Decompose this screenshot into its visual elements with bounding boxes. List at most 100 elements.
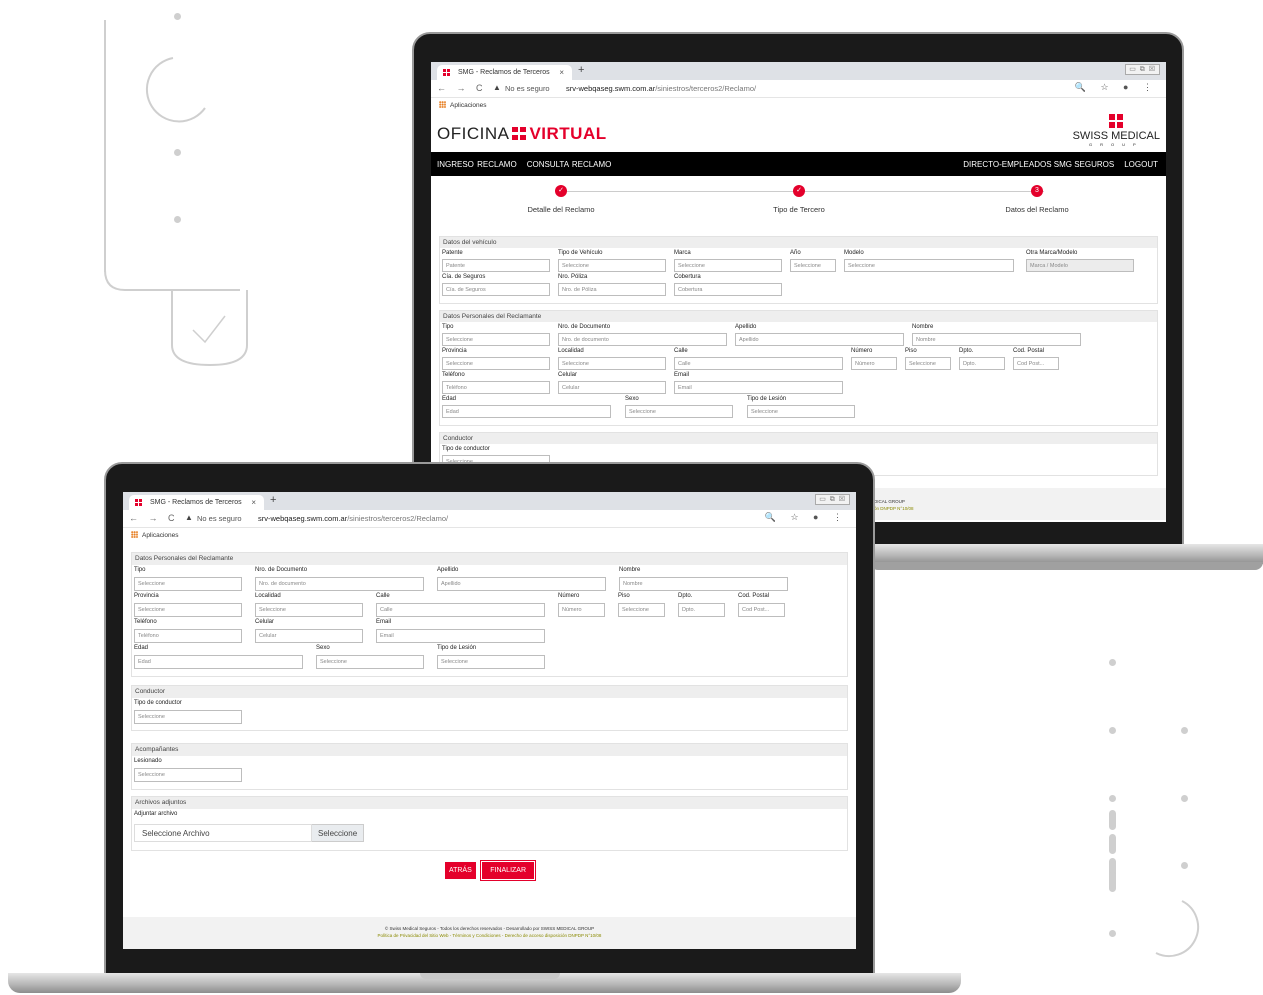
marketing-stage: SMG - Reclamos de Terceros × + ▭ ⧉ ☒ ← →… xyxy=(0,0,1263,995)
deco-arc-right xyxy=(1155,900,1200,958)
section-title: Conductor xyxy=(440,433,1157,444)
url-text[interactable]: srv-webqaseg.swm.com.ar/siniestros/terce… xyxy=(566,84,756,93)
page-footer: © Swiss Medical Seguros - Todos los dere… xyxy=(123,917,856,949)
tipo-lesion-select[interactable]: Seleccione xyxy=(747,405,855,418)
celular-input[interactable]: Celular xyxy=(558,381,666,394)
nombre-input[interactable]: Nombre xyxy=(619,577,788,591)
browser-window: SMG - Reclamos de Terceros × + ▭ ⧉ ☒ ← →… xyxy=(123,492,856,949)
email-input[interactable]: Email xyxy=(674,381,843,394)
nav-consulta-reclamo[interactable]: CONSULTA RECLAMO xyxy=(527,160,612,169)
tab-bar: SMG - Reclamos de Terceros × + ▭ ⧉ ☒ xyxy=(431,62,1166,80)
security-label[interactable]: No es seguro xyxy=(197,514,242,523)
apellido-input[interactable]: Apellido xyxy=(735,333,904,346)
tipo-vehiculo-select[interactable]: Seleccione xyxy=(558,259,666,272)
tipo-conductor-select[interactable]: Seleccione xyxy=(134,710,242,724)
security-label[interactable]: No es seguro xyxy=(505,84,550,93)
datos-personales-section: Datos Personales del Reclamante Tipo Sele… xyxy=(131,552,848,677)
localidad-select[interactable]: Seleccione xyxy=(255,603,363,617)
apps-link[interactable]: Aplicaciones xyxy=(450,102,487,109)
vehiculo-section: Datos del vehículo Patente Patente Tipo d… xyxy=(439,236,1158,304)
tipo-documento-select[interactable]: Seleccione xyxy=(134,577,242,591)
cod-postal-input[interactable]: Cod Post... xyxy=(738,603,785,617)
tipo-lesion-select[interactable]: Seleccione xyxy=(437,655,545,669)
tab-title: SMG - Reclamos de Terceros xyxy=(150,499,242,506)
check-icon: ✓ xyxy=(793,185,805,197)
laptop-notch xyxy=(420,973,560,979)
deco-shapes-left xyxy=(104,57,248,367)
documento-input[interactable]: Nro. de documento xyxy=(255,577,424,591)
browser-window: SMG - Reclamos de Terceros × + ▭ ⧉ ☒ ← →… xyxy=(431,62,1166,522)
nav-ingreso-reclamo[interactable]: INGRESO RECLAMO xyxy=(437,160,517,169)
address-bar[interactable]: ← → C ▲ No es seguro srv-webqaseg.swm.co… xyxy=(431,80,1166,98)
localidad-select[interactable]: Seleccione xyxy=(558,357,666,370)
patente-input[interactable]: Patente xyxy=(442,259,550,272)
bookmarks-bar: Aplicaciones xyxy=(123,528,856,542)
cod-postal-input[interactable]: Cod Post... xyxy=(1013,357,1059,370)
deco-pill xyxy=(1109,810,1116,830)
provincia-select[interactable]: Seleccione xyxy=(442,357,550,370)
sexo-select[interactable]: Seleccione xyxy=(625,405,733,418)
poliza-input[interactable]: Nro. de Póliza xyxy=(558,283,666,296)
lesionado-select[interactable]: Seleccione xyxy=(134,768,242,782)
edad-input[interactable]: Edad xyxy=(442,405,611,418)
sexo-select[interactable]: Seleccione xyxy=(316,655,424,669)
tab-title: SMG - Reclamos de Terceros xyxy=(458,69,550,76)
piso-select[interactable]: Seleccione xyxy=(618,603,665,617)
oficina-virtual-logo[interactable]: OFICINA VIRTUAL xyxy=(437,124,607,144)
dpto-input[interactable]: Dpto. xyxy=(959,357,1005,370)
telefono-input[interactable]: Teléfono xyxy=(442,381,550,394)
deco-dot xyxy=(174,216,181,223)
nav-buttons[interactable]: ← → C xyxy=(129,513,179,523)
calle-input[interactable]: Calle xyxy=(674,357,843,370)
cia-seguros-input[interactable]: Cía. de Seguros xyxy=(442,283,550,296)
address-bar[interactable]: ← → C ▲ No es seguro srv-webqaseg.swm.co… xyxy=(123,510,856,528)
apps-icon[interactable] xyxy=(131,531,138,538)
step-detalle: ✓ Detalle del Reclamo xyxy=(527,185,595,214)
back-footer-partial: DICAL GROUP ón DNPDP N°10/08 xyxy=(874,488,1166,520)
tipo-documento-select[interactable]: Seleccione xyxy=(442,333,550,346)
nav-user[interactable]: DIRECTO-EMPLEADOS SMG SEGUROS xyxy=(963,160,1114,169)
browser-tab[interactable]: SMG - Reclamos de Terceros × xyxy=(437,65,572,80)
telefono-input[interactable]: Teléfono xyxy=(134,629,242,643)
step-tipo-tercero: ✓ Tipo de Tercero xyxy=(773,185,825,214)
nav-buttons[interactable]: ← → C xyxy=(437,83,487,93)
documento-input[interactable]: Nro. de documento xyxy=(558,333,727,346)
dpto-input[interactable]: Dpto. xyxy=(678,603,725,617)
nombre-input[interactable]: Nombre xyxy=(912,333,1081,346)
back-button[interactable]: ATRÁS xyxy=(444,862,476,879)
window-controls[interactable]: ▭ ⧉ ☒ xyxy=(1125,64,1160,75)
piso-select[interactable]: Seleccione xyxy=(905,357,951,370)
marca-select[interactable]: Seleccione xyxy=(674,259,782,272)
apps-link[interactable]: Aplicaciones xyxy=(142,532,179,539)
toolbar-actions[interactable]: 🔍 ☆ ● ⋮ xyxy=(765,512,848,523)
browser-tab[interactable]: SMG - Reclamos de Terceros × xyxy=(129,495,264,510)
browse-file-button[interactable]: Seleccione xyxy=(312,824,364,842)
finish-button[interactable]: FINALIZAR xyxy=(480,860,537,881)
url-text[interactable]: srv-webqaseg.swm.com.ar/siniestros/terce… xyxy=(258,514,448,523)
apps-icon[interactable] xyxy=(439,101,446,108)
otra-marca-input: Marca / Modelo xyxy=(1026,259,1134,272)
close-tab-icon[interactable]: × xyxy=(251,498,256,507)
new-tab-button[interactable]: + xyxy=(270,494,276,506)
logo-squares-icon xyxy=(512,127,527,140)
modelo-select[interactable]: Seleccione xyxy=(844,259,1014,272)
anio-select[interactable]: Seleccione xyxy=(790,259,836,272)
email-input[interactable]: Email xyxy=(376,629,545,643)
window-controls[interactable]: ▭ ⧉ ☒ xyxy=(815,494,850,505)
toolbar-actions[interactable]: 🔍 ☆ ● ⋮ xyxy=(1075,82,1158,93)
calle-input[interactable]: Calle xyxy=(376,603,545,617)
numero-input[interactable]: Número xyxy=(558,603,605,617)
numero-input[interactable]: Número xyxy=(851,357,897,370)
cobertura-input[interactable]: Cobertura xyxy=(674,283,782,296)
celular-input[interactable]: Celular xyxy=(255,629,363,643)
provincia-select[interactable]: Seleccione xyxy=(134,603,242,617)
edad-input[interactable]: Edad xyxy=(134,655,303,669)
file-input[interactable]: Seleccione Archivo xyxy=(134,824,312,842)
nav-logout[interactable]: LOGOUT xyxy=(1124,160,1158,169)
new-tab-button[interactable]: + xyxy=(578,64,584,76)
deco-pill xyxy=(1109,834,1116,854)
site-header: OFICINA VIRTUAL SWISS MEDICAL GROUP xyxy=(431,112,1166,152)
footer-links[interactable]: Política de Privacidad del Sitio Web - T… xyxy=(123,933,856,938)
close-tab-icon[interactable]: × xyxy=(559,68,564,77)
apellido-input[interactable]: Apellido xyxy=(437,577,606,591)
